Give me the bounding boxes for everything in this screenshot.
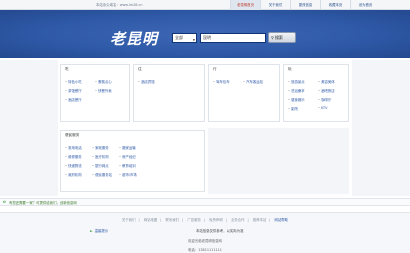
copyright-text: 欢迎光临老昆明信息网 (188, 239, 222, 243)
info-bar: ✿ 有您还需要一家？可提供给我们，创新信息网 (0, 198, 410, 206)
nav-bookmark[interactable]: 收藏本页 (320, 0, 350, 10)
link-item[interactable]: 便民服务站 (92, 172, 119, 177)
footer-link[interactable]: 免责声明 (209, 218, 223, 222)
panel-play: 玩 旅游景点 美容美体 洗浴桑拿 酒吧夜店 健身娱乐 咖啡厅 影院 KTV (283, 64, 349, 122)
site-logo[interactable]: 老昆明 (110, 28, 158, 49)
link-item[interactable]: 酒店餐厅 (65, 97, 95, 102)
footer-link[interactable]: 联系我们 (166, 218, 180, 222)
link-item[interactable]: 教育培训 (119, 163, 146, 168)
disclaimer-text: 本站信息仅供参考，以实际为准 (196, 229, 244, 233)
search-button[interactable]: ⚲搜索 (268, 32, 296, 43)
link-item[interactable]: KTV (318, 106, 348, 111)
link-item[interactable]: 银行网点 (92, 163, 119, 168)
link-item[interactable]: 房产经纪 (119, 154, 146, 159)
link-item[interactable]: 茶馆餐厅 (65, 88, 95, 93)
decoration-right (352, 60, 410, 196)
link-list: 驾车包车 汽车客运站 (213, 79, 273, 84)
category-select-value: 全部 (175, 35, 183, 40)
panel-title: 便民服务 (65, 133, 80, 137)
link-item[interactable]: 超市/市场 (119, 172, 146, 177)
site-domain-text: 本站永久域名：www.lm28.cn (96, 3, 143, 7)
info-message: 有您还需要一家？可提供给我们，创新信息网 (9, 201, 77, 205)
top-bar: 本站永久域名：www.lm28.cn 老昆明首页 关于我们 更改信息 收藏本页 … (0, 0, 410, 10)
nav-set-homepage[interactable]: 设为首页 (350, 0, 380, 10)
panel-service: 便民服务 常用电话 家政服务 搬家运输 维修服务 医疗机构 房产经纪 快递物流 … (60, 130, 205, 192)
link-item[interactable]: 健身娱乐 (288, 97, 318, 102)
link-item[interactable]: 酒吧夜店 (318, 88, 348, 93)
panel-title: 玩 (288, 67, 292, 71)
link-item[interactable]: 搬家运输 (119, 145, 146, 150)
link-item[interactable]: 蛋糕点心 (95, 79, 125, 84)
nav-submit-info[interactable]: 更改信息 (290, 0, 320, 10)
footer: 关于我们 | 网站地图 | 联系我们 | 广告服务 | 免责声明 | 业务合作 | 推荐本站… (0, 212, 410, 253)
footer-links: 关于我们 | 网站地图 | 联系我们 | 广告服务 | 免责声明 | 业务合作 | 推荐本站… (121, 218, 289, 222)
leaf-icon: ✿ (3, 200, 6, 204)
footer-link[interactable]: 关于我们 (122, 218, 136, 222)
panel-live: 住 酒店宾馆 (133, 64, 205, 122)
footer-link[interactable]: 业务合作 (231, 218, 245, 222)
link-list: 特色小吃 蛋糕点心 茶馆餐厅 快餐外卖 酒店餐厅 (65, 79, 125, 102)
link-item[interactable]: 特色小吃 (65, 79, 95, 84)
footer-link[interactable]: 网站地图 (144, 218, 158, 222)
footer-link[interactable]: 网站帮助 (275, 218, 289, 222)
panel-eat: 吃 特色小吃 蛋糕点心 茶馆餐厅 快餐外卖 酒店餐厅 (60, 64, 130, 122)
link-item[interactable]: 美容美体 (318, 79, 348, 84)
link-list: 旅游景点 美容美体 洗浴桑拿 酒吧夜店 健身娱乐 咖啡厅 影院 KTV (288, 79, 348, 111)
link-item[interactable]: 政府机构 (65, 172, 92, 177)
footer-link[interactable]: 广告服务 (187, 218, 201, 222)
panel-title: 住 (138, 67, 142, 71)
link-list: 酒店宾馆 (138, 79, 198, 84)
nav-about[interactable]: 关于我们 (260, 0, 290, 10)
panel-travel: 行 驾车包车 汽车客运站 (208, 64, 280, 122)
link-item[interactable]: 驾车包车 (213, 79, 243, 84)
phone-text: 电话：13811111111 (188, 248, 222, 252)
chevron-down-icon: ▼ (192, 38, 195, 42)
category-select[interactable]: 全部 ▼ (172, 33, 197, 43)
search-input[interactable]: 昆明 (200, 33, 266, 43)
panel-title: 吃 (65, 67, 69, 71)
link-item[interactable]: 酒店宾馆 (138, 79, 168, 84)
link-list: 常用电话 家政服务 搬家运输 维修服务 医疗机构 房产经纪 快递物流 银行网点 … (65, 145, 146, 177)
link-item[interactable]: 快餐外卖 (95, 88, 125, 93)
decoration-left (0, 60, 58, 196)
link-item[interactable]: 汽车客运站 (243, 79, 273, 84)
panel-title: 行 (213, 67, 217, 71)
link-item[interactable]: 医疗机构 (92, 154, 119, 159)
footer-link[interactable]: 推荐本站 (253, 218, 267, 222)
notice-label[interactable]: 温馨提示 (95, 229, 109, 233)
header-banner: 老昆明 全部 ▼ 昆明 ⚲搜索 (0, 10, 410, 58)
empty-panel-area (208, 128, 349, 194)
link-item[interactable]: 维修服务 (65, 154, 92, 159)
top-nav: 老昆明首页 关于我们 更改信息 收藏本页 设为首页 (230, 0, 380, 10)
arrow-right-icon: ► (90, 229, 93, 233)
link-item[interactable]: 常用电话 (65, 145, 92, 150)
search-button-label: 搜索 (274, 35, 283, 40)
nav-home[interactable]: 老昆明首页 (230, 0, 260, 10)
link-item[interactable]: 家政服务 (92, 145, 119, 150)
link-item[interactable]: 影院 (288, 106, 318, 111)
link-item[interactable]: 咖啡厅 (318, 97, 348, 102)
link-item[interactable]: 洗浴桑拿 (288, 88, 318, 93)
link-item[interactable]: 快递物流 (65, 163, 92, 168)
search-icon: ⚲ (271, 35, 274, 40)
link-item[interactable]: 旅游景点 (288, 79, 318, 84)
notice: ► 温馨提示 (90, 228, 108, 233)
